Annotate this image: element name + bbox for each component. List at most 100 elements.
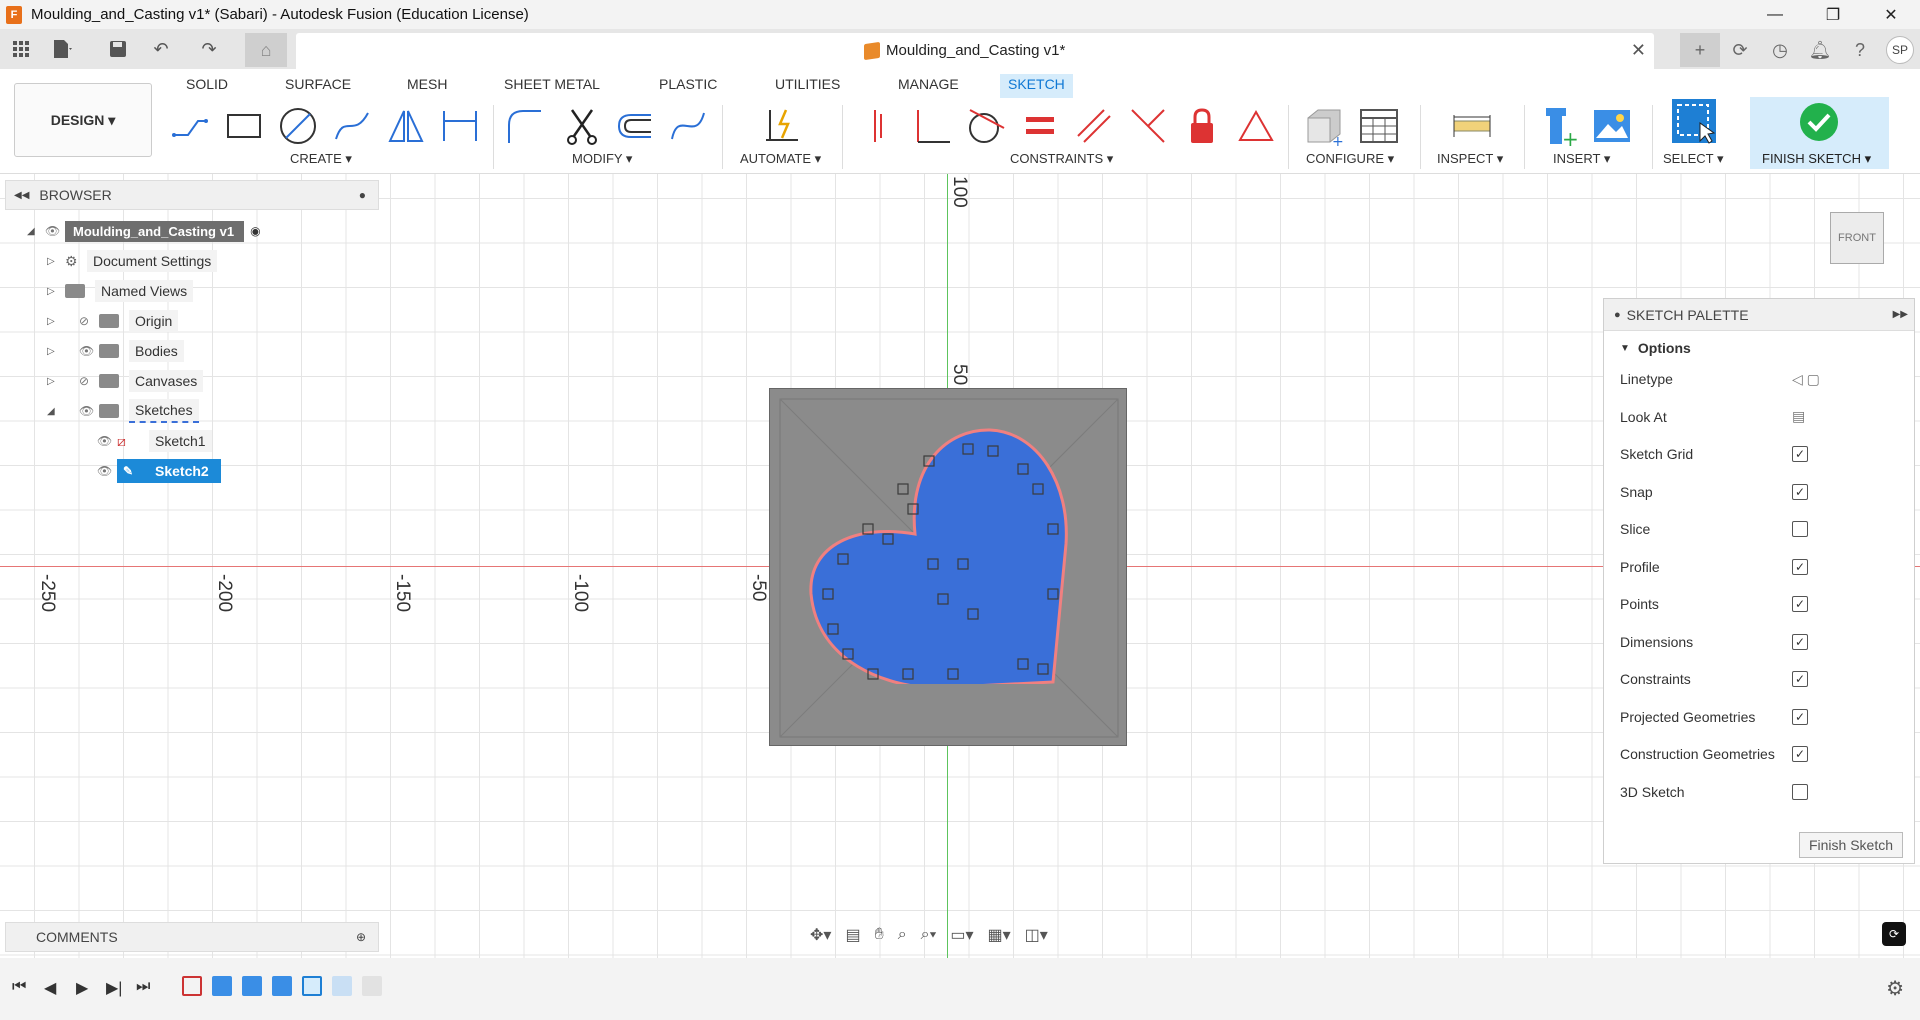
parallel-constraint-icon[interactable] <box>1072 104 1116 148</box>
tab-solid[interactable]: SOLID <box>178 74 236 98</box>
heart-sketch-profile[interactable] <box>808 424 1078 684</box>
hidden-eye-icon[interactable]: ⊘ <box>79 374 99 388</box>
step-forward-icon[interactable]: ▶| <box>106 978 122 998</box>
collapse-arrow-icon[interactable]: ◢ <box>47 406 65 417</box>
go-to-start-icon[interactable]: ⏮ <box>12 978 26 996</box>
inspect-group-label[interactable]: INSPECT ▾ <box>1437 151 1503 167</box>
go-to-end-icon[interactable]: ⏭ <box>136 978 150 996</box>
viewports-icon[interactable]: ◫▾ <box>1025 925 1048 945</box>
tangent-constraint-icon[interactable] <box>964 104 1008 148</box>
create-group-label[interactable]: CREATE ▾ <box>290 151 352 167</box>
zoom-icon[interactable]: ⌕ <box>898 926 907 944</box>
orbit-icon[interactable]: ✥▾ <box>810 925 831 945</box>
visibility-eye-icon[interactable]: 👁︎ <box>97 434 117 448</box>
apps-grid-icon[interactable] <box>8 36 34 62</box>
file-menu-icon[interactable] <box>50 36 76 62</box>
collinear-constraint-icon[interactable] <box>1126 104 1170 148</box>
curve-tool-icon[interactable] <box>666 104 710 148</box>
palette-checkbox[interactable]: ✓ <box>1792 483 1808 500</box>
help-icon[interactable]: ? <box>1840 33 1880 67</box>
timeline-feature-icon[interactable] <box>362 976 382 996</box>
minimize-palette-icon[interactable]: ● <box>1614 309 1621 321</box>
mirror-tool-icon[interactable] <box>384 104 428 148</box>
tree-item-sketch2[interactable]: 👁︎ ✎ Sketch2 <box>97 458 221 484</box>
timeline-canvas-icon[interactable] <box>212 976 232 996</box>
activate-radio-icon[interactable]: ◉ <box>250 224 260 238</box>
tab-utilities[interactable]: UTILITIES <box>767 74 848 98</box>
tab-sketch[interactable]: SKETCH <box>1000 74 1073 98</box>
palette-checkbox[interactable]: ✓ <box>1792 708 1808 725</box>
visibility-eye-icon[interactable]: 👁︎ <box>97 464 117 478</box>
palette-checkbox[interactable] <box>1792 783 1808 800</box>
equal-constraint-icon[interactable] <box>1018 104 1062 148</box>
trim-scissors-icon[interactable] <box>560 104 604 148</box>
insert-derive-icon[interactable]: + <box>1536 104 1580 148</box>
tab-sheet-metal[interactable]: SHEET METAL <box>496 74 608 98</box>
tree-item-sketch1[interactable]: 👁︎ ⧄ Sketch1 <box>97 428 212 454</box>
insert-image-icon[interactable] <box>1590 104 1634 148</box>
tree-item-document-settings[interactable]: ▷ ⚙ Document Settings <box>47 248 218 274</box>
pan-hand-icon[interactable]: ✋︎ <box>875 926 884 944</box>
timeline-body-icon[interactable] <box>272 976 292 996</box>
look-at-icon[interactable]: ▤ <box>845 925 860 945</box>
dimension-tool-icon[interactable] <box>438 104 482 148</box>
timeline-sketch-active-icon[interactable] <box>302 976 322 996</box>
save-icon[interactable] <box>105 36 131 62</box>
options-section-header[interactable]: ▼ Options <box>1604 331 1914 365</box>
hidden-eye-icon[interactable]: ⊘ <box>79 314 99 328</box>
assistant-icon[interactable]: ⟳ <box>1882 922 1906 946</box>
undo-icon[interactable]: ↶ <box>148 36 174 62</box>
fillet-tool-icon[interactable] <box>503 104 547 148</box>
expand-arrow-icon[interactable]: ▷ <box>47 376 65 387</box>
maximize-button[interactable]: ❐ <box>1804 0 1862 29</box>
constraints-group-label[interactable]: CONSTRAINTS ▾ <box>1010 151 1113 167</box>
coincident-constraint-icon[interactable] <box>858 104 902 148</box>
display-settings-icon[interactable]: ▭▾ <box>950 925 973 945</box>
grid-settings-icon[interactable]: ▦▾ <box>988 925 1011 945</box>
new-tab-plus-icon[interactable]: + <box>1680 33 1720 67</box>
tree-item-bodies[interactable]: ▷ 👁︎ Bodies <box>47 338 184 364</box>
fix-lock-icon[interactable] <box>1180 104 1224 148</box>
triangle-constraint-icon[interactable] <box>1234 104 1278 148</box>
collapse-arrow-icon[interactable]: ▼ <box>1620 343 1630 354</box>
spline-tool-icon[interactable] <box>330 104 374 148</box>
insert-group-label[interactable]: INSERT ▾ <box>1553 151 1610 167</box>
zoom-window-icon[interactable]: ⌕▾ <box>921 926 937 944</box>
expand-arrow-icon[interactable]: ▷ <box>47 256 65 267</box>
select-group-label[interactable]: SELECT ▾ <box>1663 151 1723 167</box>
configure-table-icon[interactable] <box>1357 104 1401 148</box>
tree-item-sketches[interactable]: ◢ 👁︎ Sketches <box>47 398 199 424</box>
visibility-eye-icon[interactable]: 👁︎ <box>45 224 65 238</box>
collapse-panel-icon[interactable]: ◀◀ <box>14 190 29 201</box>
tab-surface[interactable]: SURFACE <box>277 74 359 98</box>
modify-group-label[interactable]: MODIFY ▾ <box>572 151 632 167</box>
configure-group-label[interactable]: CONFIGURE ▾ <box>1306 151 1394 167</box>
circle-tool-icon[interactable] <box>276 104 320 148</box>
minimize-panel-icon[interactable]: ● <box>359 188 366 202</box>
palette-checkbox[interactable]: ✓ <box>1792 633 1808 650</box>
expand-palette-icon[interactable]: ▶▶ <box>1893 309 1908 320</box>
palette-checkbox[interactable]: ✓ <box>1792 596 1808 612</box>
finish-sketch-button[interactable]: FINISH SKETCH ▾ <box>1750 97 1889 169</box>
line-tool-icon[interactable] <box>168 104 212 148</box>
view-cube[interactable]: FRONT <box>1830 212 1884 264</box>
finish-sketch-palette-button[interactable]: Finish Sketch <box>1799 832 1903 858</box>
automate-group-label[interactable]: AUTOMATE ▾ <box>740 151 821 167</box>
look-at-icon[interactable]: ▤ <box>1792 408 1805 425</box>
palette-checkbox[interactable] <box>1792 521 1808 537</box>
perpendicular-constraint-icon[interactable] <box>910 104 954 148</box>
timeline-sketch-icon[interactable] <box>182 976 202 996</box>
workspace-switcher-button[interactable]: DESIGN ▾ <box>14 83 152 157</box>
tree-item-origin[interactable]: ▷ ⊘ Origin <box>47 308 179 334</box>
browser-root-node[interactable]: ◢ 👁︎ Moulding_and_Casting v1 ◉ <box>27 218 261 244</box>
expand-arrow-icon[interactable]: ▷ <box>47 346 65 357</box>
visibility-eye-icon[interactable]: 👁︎ <box>79 344 99 358</box>
tree-item-named-views[interactable]: ▷ Named Views <box>47 278 194 304</box>
redo-icon[interactable]: ↷ <box>196 36 222 62</box>
tab-mesh[interactable]: MESH <box>399 74 455 98</box>
offset-tool-icon[interactable] <box>613 104 657 148</box>
timeline-settings-gear-icon[interactable]: ⚙ <box>1886 976 1904 1001</box>
visibility-eye-icon[interactable]: 👁︎ <box>79 404 99 418</box>
job-status-icon[interactable]: ◷ <box>1760 33 1800 67</box>
timeline-feature-icon[interactable] <box>332 976 352 996</box>
